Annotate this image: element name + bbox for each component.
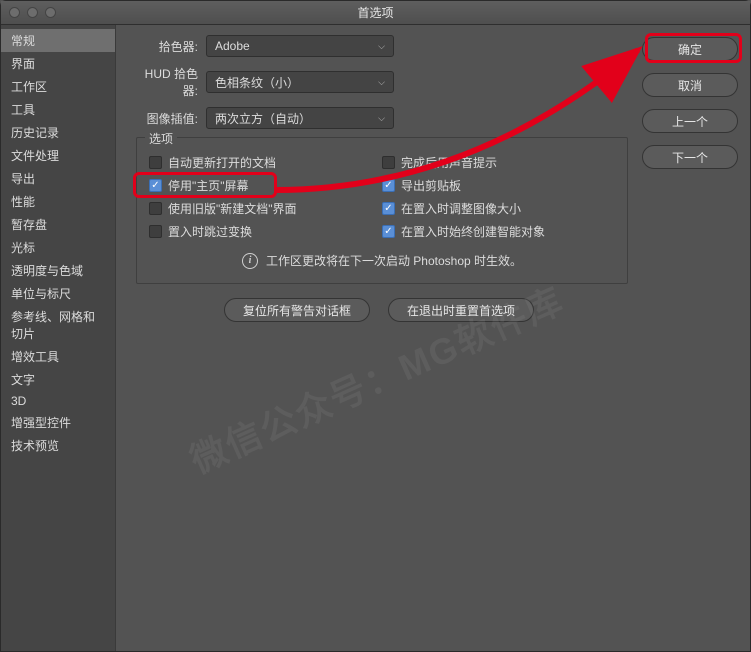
chevron-down-icon: ⌵	[378, 113, 385, 124]
sidebar-item-13[interactable]: 增效工具	[1, 345, 115, 368]
sidebar-item-15[interactable]: 3D	[1, 391, 115, 411]
picker-label: 拾色器:	[130, 38, 206, 55]
zoom-icon[interactable]	[45, 7, 56, 18]
option-label: 置入时跳过变换	[168, 223, 252, 240]
sidebar-item-2[interactable]: 工作区	[1, 75, 115, 98]
minimize-icon[interactable]	[27, 7, 38, 18]
chevron-down-icon: ⌵	[378, 77, 385, 88]
reset-warnings-button[interactable]: 复位所有警告对话框	[224, 298, 370, 322]
sidebar-item-12[interactable]: 参考线、网格和切片	[1, 305, 115, 345]
sidebar-item-3[interactable]: 工具	[1, 98, 115, 121]
window-controls	[9, 7, 56, 18]
ok-button[interactable]: 确定	[642, 37, 738, 61]
prev-button[interactable]: 上一个	[642, 109, 738, 133]
hud-label: HUD 拾色器:	[130, 65, 206, 99]
option-right-0[interactable]: 完成后用声音提示	[382, 154, 615, 171]
option-label: 导出剪贴板	[401, 177, 461, 194]
sidebar-item-5[interactable]: 文件处理	[1, 144, 115, 167]
options-legend: 选项	[145, 130, 177, 147]
option-left-0[interactable]: 自动更新打开的文档	[149, 154, 382, 171]
interp-value: 两次立方（自动）	[215, 110, 311, 127]
checkbox-icon	[382, 179, 395, 192]
option-label: 在置入时始终创建智能对象	[401, 223, 545, 240]
option-left-3[interactable]: 置入时跳过变换	[149, 223, 382, 240]
sidebar-item-9[interactable]: 光标	[1, 236, 115, 259]
next-button[interactable]: 下一个	[642, 145, 738, 169]
checkbox-icon	[382, 156, 395, 169]
chevron-down-icon: ⌵	[378, 41, 385, 52]
options-fieldset: 选项 自动更新打开的文档停用"主页"屏幕使用旧版"新建文档"界面置入时跳过变换 …	[136, 137, 628, 284]
checkbox-icon	[382, 225, 395, 238]
sidebar-item-16[interactable]: 增强型控件	[1, 411, 115, 434]
reset-on-quit-button[interactable]: 在退出时重置首选项	[388, 298, 534, 322]
option-label: 完成后用声音提示	[401, 154, 497, 171]
sidebar-item-4[interactable]: 历史记录	[1, 121, 115, 144]
interp-label: 图像插值:	[130, 110, 206, 127]
checkbox-icon	[149, 202, 162, 215]
option-left-1[interactable]: 停用"主页"屏幕	[149, 177, 382, 194]
sidebar-item-7[interactable]: 性能	[1, 190, 115, 213]
option-label: 在置入时调整图像大小	[401, 200, 521, 217]
checkbox-icon	[149, 179, 162, 192]
hud-select[interactable]: 色相条纹（小） ⌵	[206, 71, 394, 93]
picker-value: Adobe	[215, 39, 250, 53]
sidebar-item-17[interactable]: 技术预览	[1, 434, 115, 457]
titlebar: 首选项	[1, 1, 750, 25]
option-label: 停用"主页"屏幕	[168, 177, 249, 194]
info-icon: i	[242, 253, 258, 269]
window-title: 首选项	[357, 4, 393, 21]
sidebar-item-1[interactable]: 界面	[1, 52, 115, 75]
option-right-2[interactable]: 在置入时调整图像大小	[382, 200, 615, 217]
hud-value: 色相条纹（小）	[215, 74, 299, 91]
sidebar-item-10[interactable]: 透明度与色域	[1, 259, 115, 282]
checkbox-icon	[149, 156, 162, 169]
option-right-3[interactable]: 在置入时始终创建智能对象	[382, 223, 615, 240]
sidebar-item-8[interactable]: 暂存盘	[1, 213, 115, 236]
option-left-2[interactable]: 使用旧版"新建文档"界面	[149, 200, 382, 217]
option-label: 使用旧版"新建文档"界面	[168, 200, 297, 217]
sidebar-item-0[interactable]: 常规	[1, 29, 115, 52]
option-label: 自动更新打开的文档	[168, 154, 276, 171]
dialog-buttons: 确定 取消 上一个 下一个	[642, 25, 750, 651]
close-icon[interactable]	[9, 7, 20, 18]
sidebar-item-14[interactable]: 文字	[1, 368, 115, 391]
cancel-button[interactable]: 取消	[642, 73, 738, 97]
interp-select[interactable]: 两次立方（自动） ⌵	[206, 107, 394, 129]
category-sidebar: 常规界面工作区工具历史记录文件处理导出性能暂存盘光标透明度与色域单位与标尺参考线…	[1, 25, 116, 651]
main-panel: 拾色器: Adobe ⌵ HUD 拾色器: 色相条纹（小） ⌵ 图像插值: 两次…	[116, 25, 642, 651]
sidebar-item-11[interactable]: 单位与标尺	[1, 282, 115, 305]
checkbox-icon	[149, 225, 162, 238]
sidebar-item-6[interactable]: 导出	[1, 167, 115, 190]
checkbox-icon	[382, 202, 395, 215]
options-note: 工作区更改将在下一次启动 Photoshop 时生效。	[266, 252, 522, 269]
option-right-1[interactable]: 导出剪贴板	[382, 177, 615, 194]
picker-select[interactable]: Adobe ⌵	[206, 35, 394, 57]
